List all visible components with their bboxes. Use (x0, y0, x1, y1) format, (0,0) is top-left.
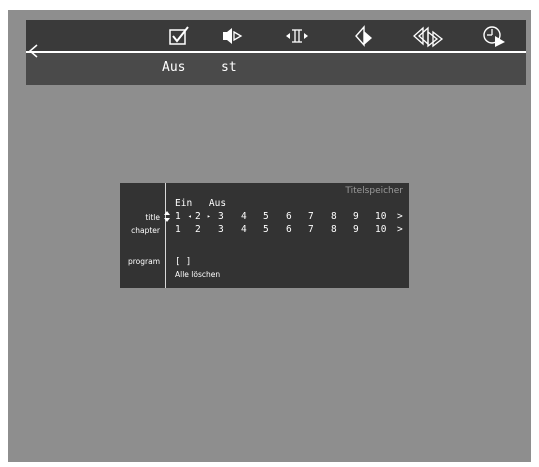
angle-icon[interactable] (352, 24, 378, 48)
panel-title: Titelspeicher (345, 186, 403, 196)
osd-menu-bar: Aus st (26, 20, 526, 85)
chapter-number[interactable]: 6 (286, 224, 300, 235)
program-label: program (127, 257, 160, 266)
chapter-number[interactable]: 7 (308, 224, 322, 235)
title-number[interactable]: 3 (218, 211, 232, 222)
title-number[interactable]: 1 (175, 211, 189, 222)
title-number[interactable]: 10 (375, 211, 395, 222)
title-more-arrow[interactable]: > (397, 211, 411, 222)
chapter-number[interactable]: 1 (175, 224, 189, 235)
audio-state-label: st (221, 60, 237, 75)
checkbox-icon[interactable] (166, 24, 192, 48)
title-number[interactable]: 5 (263, 211, 277, 222)
clear-all-button[interactable]: Alle löschen (175, 270, 220, 279)
menu-icon-row (26, 20, 526, 51)
time-play-icon[interactable] (481, 24, 507, 48)
chapter-more-arrow[interactable]: > (397, 224, 411, 235)
chapter-label: chapter (131, 226, 160, 235)
ein-option[interactable]: Ein (175, 198, 192, 209)
chapter-number[interactable]: 8 (331, 224, 345, 235)
chapter-number[interactable]: 4 (241, 224, 255, 235)
menu-divider (26, 51, 526, 53)
title-number[interactable]: 7 (308, 211, 322, 222)
title-number[interactable]: 6 (286, 211, 300, 222)
title-number[interactable]: 4 (241, 211, 255, 222)
chapter-number[interactable]: 3 (218, 224, 232, 235)
chapter-number[interactable]: 2 (195, 224, 209, 235)
title-number[interactable]: 9 (353, 211, 367, 222)
audio-next-icon[interactable] (219, 24, 245, 48)
aus-option[interactable]: Aus (209, 198, 226, 209)
right-arrow-icon: ▸ (207, 213, 211, 220)
title-number[interactable]: 8 (331, 211, 345, 222)
left-arrow-icon: ◂ (188, 213, 192, 220)
skip-icon[interactable] (411, 24, 445, 48)
program-list[interactable]: [ ] (175, 257, 191, 267)
panel-divider (165, 183, 166, 288)
title-label: title (145, 213, 160, 222)
step-icon[interactable] (284, 24, 310, 48)
on-off-options: Ein Aus (175, 198, 237, 209)
chapter-number[interactable]: 10 (375, 224, 395, 235)
chapter-number[interactable]: 5 (263, 224, 277, 235)
subtitle-state-label: Aus (162, 60, 186, 75)
up-down-icon (164, 211, 170, 222)
chapter-number[interactable]: 9 (353, 224, 367, 235)
back-arrow-icon[interactable] (28, 43, 38, 59)
program-panel: Titelspeicher Ein Aus title chapter prog… (120, 183, 409, 288)
